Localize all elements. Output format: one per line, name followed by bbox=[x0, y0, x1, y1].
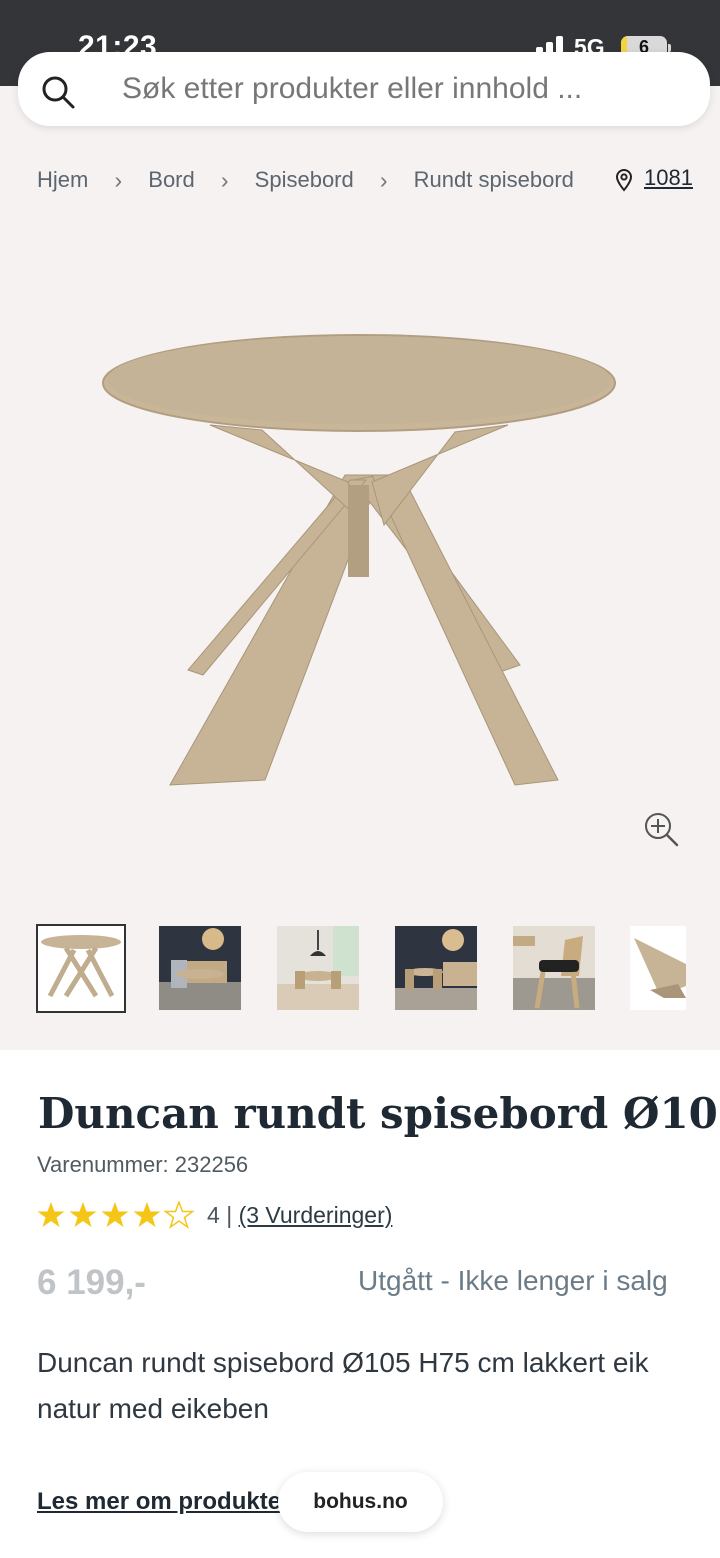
rating-summary: 4 | (3 Vurderinger) bbox=[207, 1202, 392, 1229]
read-more-link[interactable]: Les mer om produktet bbox=[37, 1488, 287, 1516]
thumbnail-6[interactable] bbox=[630, 926, 686, 1010]
search-input[interactable]: Søk etter produkter eller innhold ... bbox=[18, 52, 710, 126]
reviews-link[interactable]: (3 Vurderinger) bbox=[239, 1202, 393, 1228]
availability-status: Utgått - Ikke lenger i salg bbox=[358, 1265, 668, 1296]
star-empty-icon bbox=[163, 1201, 195, 1229]
thumbnail-1[interactable] bbox=[36, 924, 126, 1013]
chevron-right-icon: › bbox=[220, 166, 229, 193]
breadcrumb-home[interactable]: Hjem bbox=[37, 167, 88, 193]
thumbnail-3[interactable] bbox=[277, 926, 359, 1010]
product-description: Duncan rundt spisebord Ø105 H75 cm lakke… bbox=[37, 1347, 649, 1424]
thumbnail-5[interactable] bbox=[513, 926, 595, 1010]
rating-separator: | bbox=[226, 1202, 233, 1228]
star-filled-icon bbox=[69, 1202, 97, 1227]
product-image[interactable] bbox=[80, 320, 640, 805]
product-price: 6 199,- bbox=[37, 1263, 146, 1302]
search-icon bbox=[42, 76, 75, 109]
breadcrumb-current[interactable]: Rundt spisebord bbox=[414, 167, 574, 193]
thumbnail-2[interactable] bbox=[159, 926, 241, 1010]
star-filled-icon bbox=[37, 1202, 65, 1227]
star-filled-icon bbox=[101, 1202, 129, 1227]
breadcrumb-spisebord[interactable]: Spisebord bbox=[255, 167, 354, 193]
chevron-right-icon: › bbox=[114, 166, 123, 193]
breadcrumb-bord[interactable]: Bord bbox=[148, 167, 194, 193]
product-title: Duncan rundt spisebord Ø105 bbox=[38, 1089, 720, 1138]
browser-url-pill[interactable]: bohus.no bbox=[278, 1472, 443, 1532]
location-pin-icon bbox=[615, 168, 633, 192]
zoom-in-icon[interactable] bbox=[642, 810, 680, 848]
breadcrumb: Hjem › Bord › Spisebord › Rundt spisebor… bbox=[37, 166, 574, 196]
thumbnail-4[interactable] bbox=[395, 926, 477, 1010]
star-rating bbox=[37, 1201, 195, 1229]
site-url: bohus.no bbox=[313, 1490, 408, 1513]
store-selector[interactable]: 1081 bbox=[614, 164, 693, 194]
star-filled-icon bbox=[133, 1202, 161, 1227]
battery-tip bbox=[668, 44, 671, 52]
store-number[interactable]: 1081 bbox=[644, 165, 693, 191]
rating-value: 4 bbox=[207, 1202, 220, 1228]
chevron-right-icon: › bbox=[379, 166, 388, 193]
thumbnail-strip bbox=[36, 924, 686, 1016]
product-sku: Varenummer: 232256 bbox=[37, 1152, 249, 1177]
search-placeholder: Søk etter produkter eller innhold ... bbox=[122, 72, 583, 105]
